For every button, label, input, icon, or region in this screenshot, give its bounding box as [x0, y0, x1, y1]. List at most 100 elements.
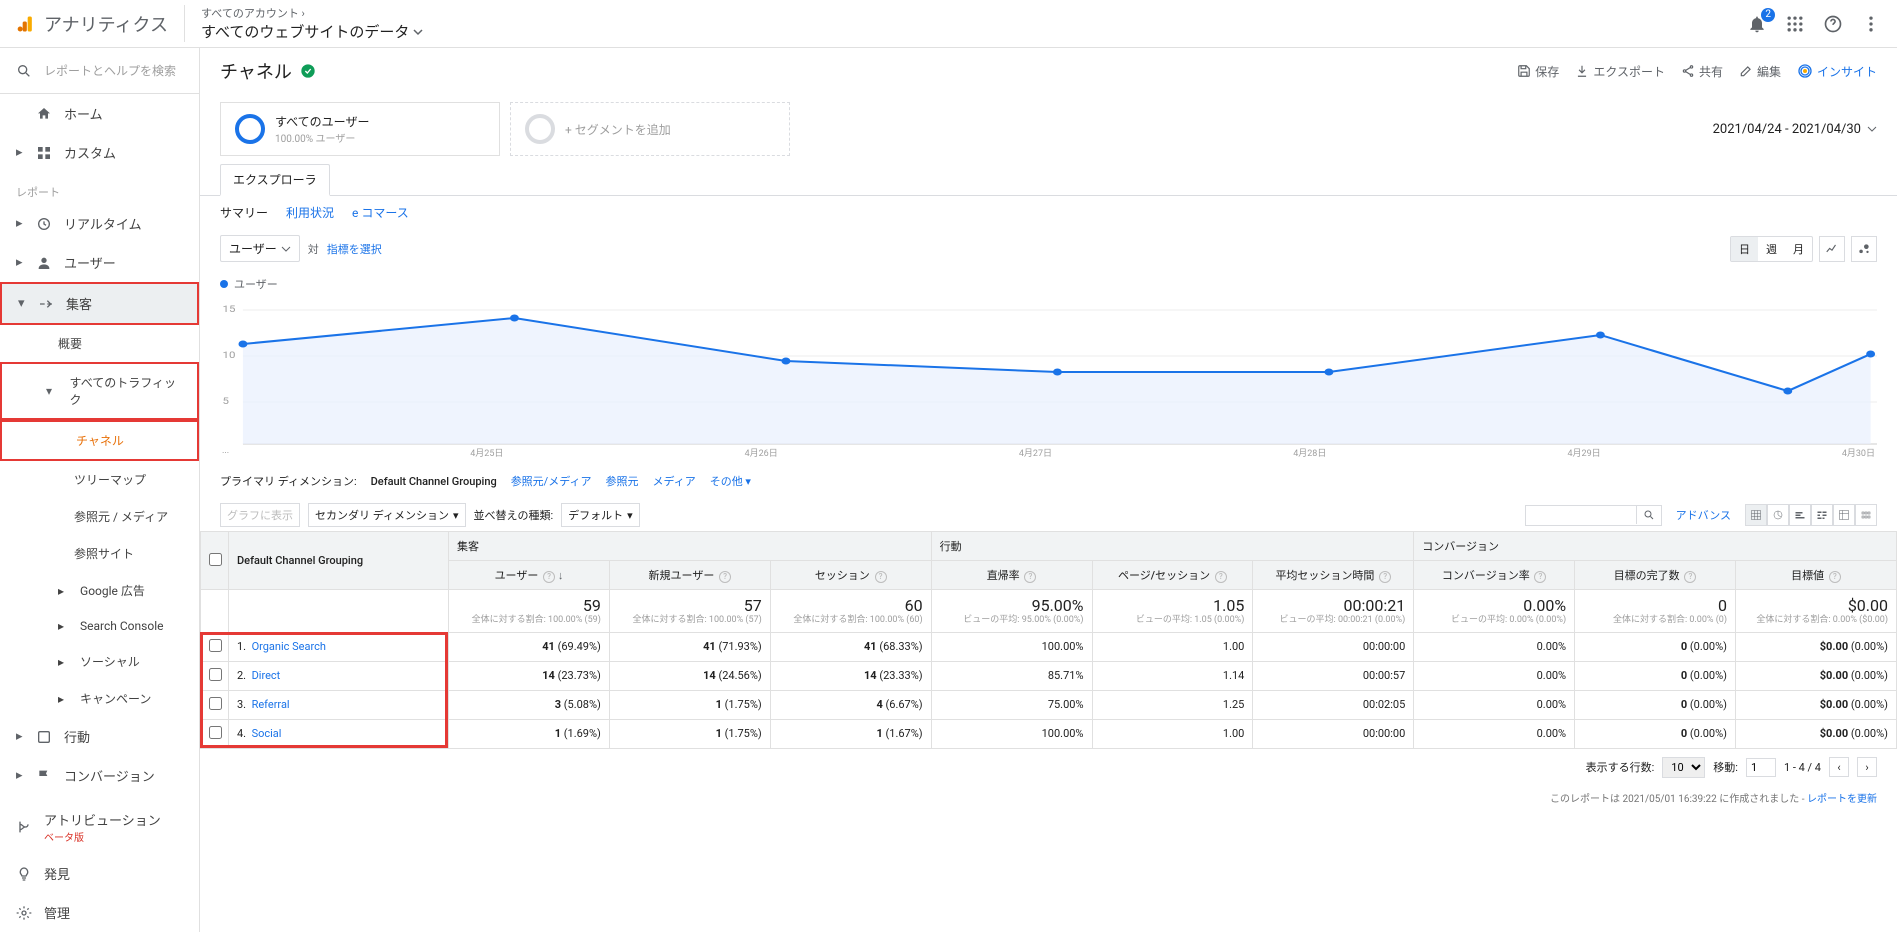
- share-button[interactable]: 共有: [1681, 63, 1723, 80]
- channel-link[interactable]: Social: [252, 727, 282, 740]
- tab-explorer[interactable]: エクスプローラ: [220, 164, 330, 196]
- toggle-week[interactable]: 週: [1758, 237, 1785, 261]
- sidebar-source-medium[interactable]: 参照元 / メディア: [0, 498, 199, 535]
- secondary-dim-button[interactable]: セカンダリ ディメンション ▾: [308, 503, 466, 527]
- sidebar-sc[interactable]: ▸Search Console: [0, 609, 199, 643]
- sidebar-admin[interactable]: 管理: [0, 893, 199, 932]
- sidebar-channel[interactable]: チャネル: [0, 420, 199, 461]
- primary-dim-label: プライマリ ディメンション:: [220, 473, 357, 489]
- motion-chart-icon[interactable]: [1851, 236, 1877, 262]
- goto-input[interactable]: [1746, 758, 1776, 777]
- help-icon[interactable]: [1823, 14, 1843, 34]
- sort-type-button[interactable]: デフォルト ▾: [561, 503, 640, 527]
- dim-source[interactable]: 参照元: [605, 473, 638, 489]
- legend-label: ユーザー: [234, 276, 278, 292]
- notifications-icon[interactable]: 2: [1747, 14, 1767, 34]
- row-checkbox[interactable]: [209, 726, 222, 739]
- advanced-link[interactable]: アドバンス: [1676, 507, 1731, 523]
- sidebar-acquisition[interactable]: ▾集客: [0, 282, 199, 325]
- col-new-users[interactable]: 新規ユーザー ?: [609, 561, 770, 590]
- line-chart-icon[interactable]: [1819, 236, 1845, 262]
- view-bar-icon[interactable]: [1789, 504, 1811, 526]
- col-pps[interactable]: ページ/セッション ?: [1092, 561, 1253, 590]
- sidebar-gads[interactable]: ▸Google 広告: [0, 572, 199, 609]
- property-switcher[interactable]: すべてのアカウント › すべてのウェブサイトのデータ: [184, 5, 423, 42]
- table-search-button[interactable]: [1636, 506, 1661, 524]
- col-users[interactable]: ユーザー ? ↓: [449, 561, 610, 590]
- refresh-report-link[interactable]: レポートを更新: [1807, 794, 1877, 805]
- subtab-summary[interactable]: サマリー: [220, 204, 268, 221]
- sidebar-attribution[interactable]: アトリビューションベータ版: [0, 800, 199, 854]
- add-segment-button[interactable]: + セグメントを追加: [510, 102, 790, 156]
- insight-icon: [1797, 63, 1813, 79]
- plot-rows-button[interactable]: グラフに表示: [220, 503, 300, 527]
- date-range-picker[interactable]: 2021/04/24 - 2021/04/30: [1713, 122, 1877, 137]
- totals-row: 59全体に対する割合: 100.00% (59) 57全体に対する割合: 100…: [201, 590, 1897, 633]
- save-button[interactable]: 保存: [1517, 63, 1559, 80]
- metric-selector[interactable]: ユーザー: [220, 235, 300, 262]
- svg-text:10: 10: [223, 349, 236, 360]
- goto-label: 移動:: [1713, 759, 1738, 775]
- sidebar-search[interactable]: レポートとヘルプを検索: [0, 48, 199, 94]
- sidebar-social[interactable]: ▸ソーシャル: [0, 643, 199, 680]
- subtab-usage[interactable]: 利用状況: [286, 204, 334, 221]
- next-page-button[interactable]: ›: [1857, 757, 1877, 777]
- sidebar-discover[interactable]: 発見: [0, 854, 199, 893]
- sidebar-custom[interactable]: ▸カスタム: [0, 133, 199, 172]
- col-goal-comp[interactable]: 目標の完了数 ?: [1575, 561, 1736, 590]
- sidebar-referral[interactable]: 参照サイト: [0, 535, 199, 572]
- insight-button[interactable]: インサイト: [1797, 63, 1877, 80]
- subtab-ecom[interactable]: e コマース: [352, 204, 409, 221]
- sidebar-treemap[interactable]: ツリーマップ: [0, 461, 199, 498]
- edit-button[interactable]: 編集: [1739, 63, 1781, 80]
- apps-icon[interactable]: [1785, 14, 1805, 34]
- view-table-icon[interactable]: [1745, 504, 1767, 526]
- search-icon: [16, 63, 32, 79]
- view-pivot-icon[interactable]: [1833, 504, 1855, 526]
- rows-select[interactable]: 10: [1662, 757, 1705, 778]
- prev-page-button[interactable]: ‹: [1829, 757, 1849, 777]
- sidebar-all-traffic[interactable]: ▾すべてのトラフィック: [0, 362, 199, 420]
- sidebar-conversion[interactable]: ▸コンバージョン: [0, 756, 199, 795]
- segment-all-users[interactable]: すべてのユーザー100.00% ユーザー: [220, 102, 500, 156]
- view-cloud-icon[interactable]: [1855, 504, 1877, 526]
- sidebar-home[interactable]: ホーム: [0, 94, 199, 133]
- col-cvr[interactable]: コンバージョン率 ?: [1414, 561, 1575, 590]
- toggle-day[interactable]: 日: [1731, 237, 1758, 261]
- compare-metric-link[interactable]: 指標を選択: [327, 241, 382, 257]
- row-checkbox[interactable]: [209, 639, 222, 652]
- sidebar-acq-overview[interactable]: 概要: [0, 325, 199, 362]
- dim-medium[interactable]: メディア: [652, 473, 695, 489]
- search-placeholder: レポートとヘルプを検索: [44, 62, 176, 79]
- col-dimension[interactable]: Default Channel Grouping: [229, 532, 449, 590]
- col-avg-dur[interactable]: 平均セッション時間 ?: [1253, 561, 1414, 590]
- col-sessions[interactable]: セッション ?: [770, 561, 931, 590]
- view-comparison-icon[interactable]: [1811, 504, 1833, 526]
- sidebar-audience[interactable]: ▸ユーザー: [0, 243, 199, 282]
- behavior-icon: [36, 729, 52, 745]
- col-bounce[interactable]: 直帰率 ?: [931, 561, 1092, 590]
- view-pie-icon[interactable]: [1767, 504, 1789, 526]
- dim-other[interactable]: その他 ▾: [710, 473, 751, 489]
- row-checkbox[interactable]: [209, 668, 222, 681]
- sidebar-behavior[interactable]: ▸行動: [0, 717, 199, 756]
- vs-label: 対: [308, 241, 319, 257]
- select-all-checkbox[interactable]: [209, 553, 222, 566]
- col-goal-val[interactable]: 目標値 ?: [1736, 561, 1897, 590]
- channel-link[interactable]: Organic Search: [252, 640, 326, 653]
- sidebar-realtime[interactable]: ▸リアルタイム: [0, 204, 199, 243]
- channel-link[interactable]: Direct: [252, 669, 281, 682]
- col-group-conv: コンバージョン: [1414, 532, 1897, 561]
- channel-link[interactable]: Referral: [252, 698, 290, 711]
- row-checkbox[interactable]: [209, 697, 222, 710]
- more-vert-icon[interactable]: [1861, 14, 1881, 34]
- export-button[interactable]: エクスポート: [1575, 63, 1665, 80]
- svg-text:5: 5: [223, 395, 230, 406]
- sidebar-campaign[interactable]: ▸キャンペーン: [0, 680, 199, 717]
- table-row: 3. Referral3 (5.08%)1 (1.75%)4 (6.67%)75…: [201, 690, 1897, 719]
- time-granularity-toggle: 日 週 月: [1730, 236, 1813, 262]
- table-search-input[interactable]: [1526, 506, 1636, 525]
- dim-source-medium[interactable]: 参照元/メディア: [511, 473, 592, 489]
- rows-label: 表示する行数:: [1586, 759, 1655, 775]
- toggle-month[interactable]: 月: [1785, 237, 1812, 261]
